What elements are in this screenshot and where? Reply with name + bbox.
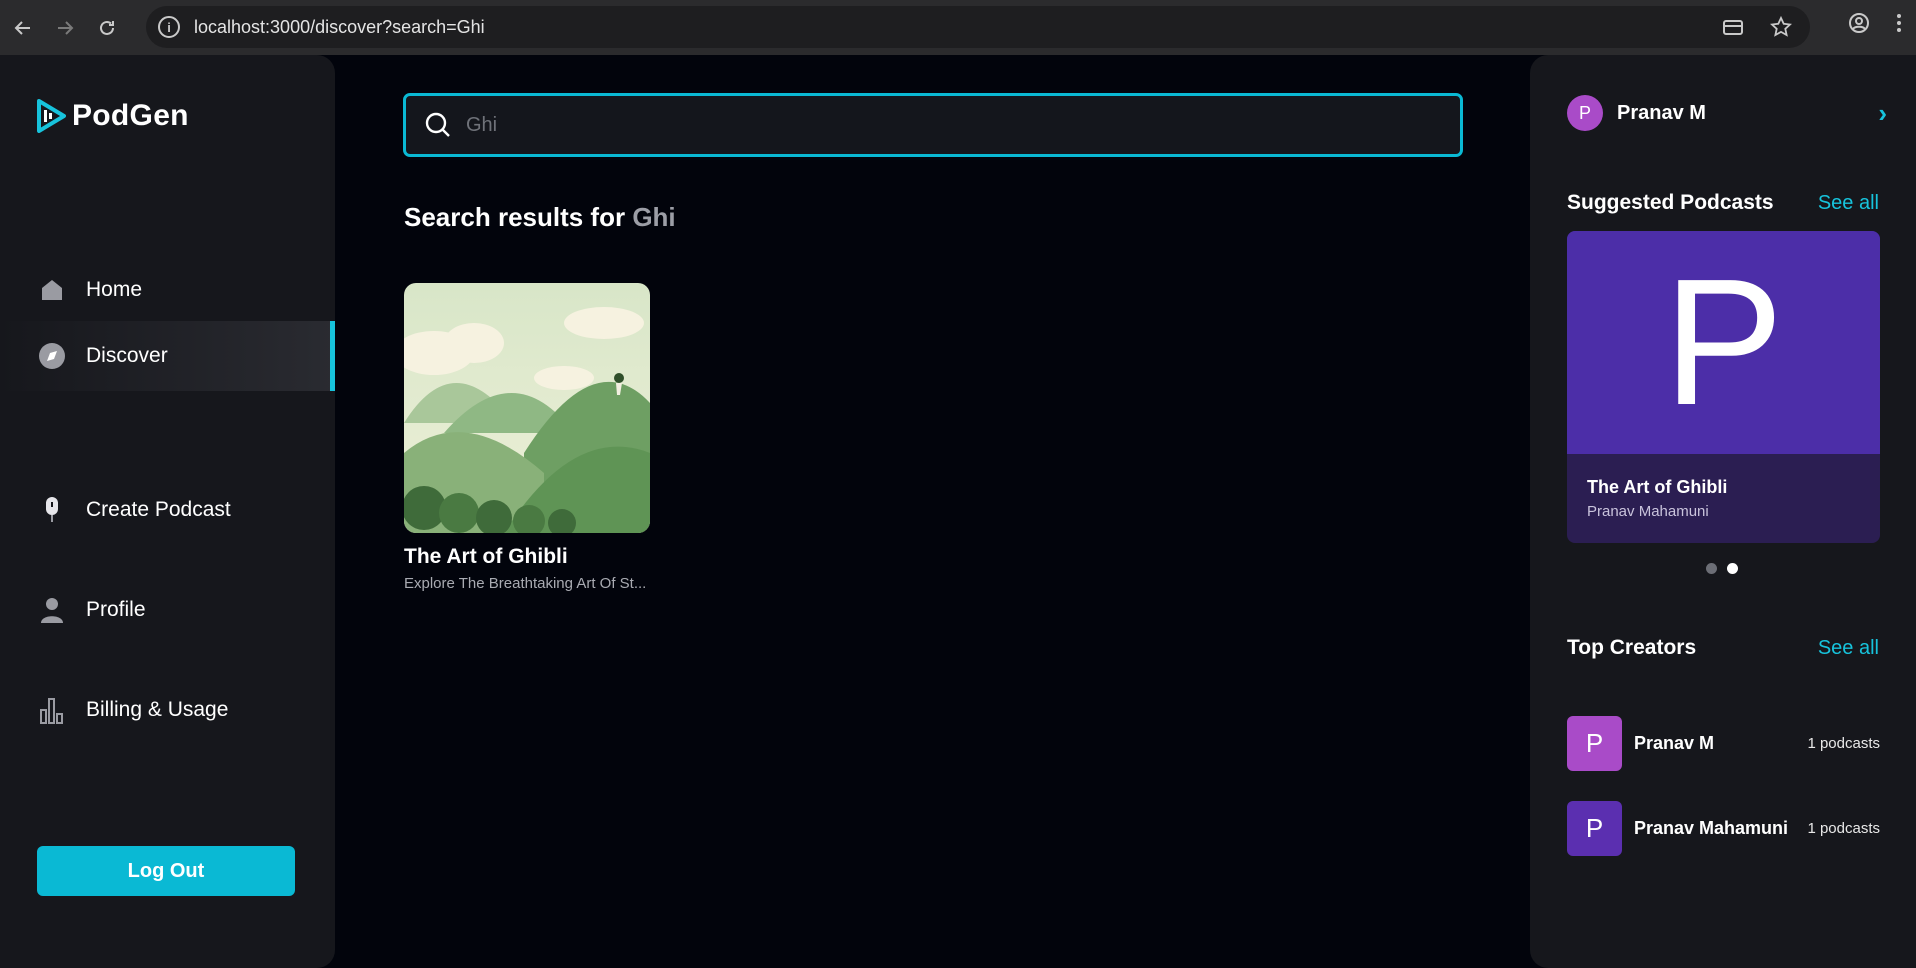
arrow-left-icon xyxy=(14,20,30,35)
sidebar-item-label: Profile xyxy=(86,598,146,621)
search-icon xyxy=(425,112,450,137)
search-input[interactable] xyxy=(466,113,1366,137)
user-name: Pranav M xyxy=(1617,101,1706,124)
sidebar-item-label: Create Podcast xyxy=(86,498,231,521)
sidebar-item-profile[interactable]: Profile xyxy=(0,575,335,645)
user-profile-link[interactable]: P Pranav M › xyxy=(1567,95,1887,131)
search-bar[interactable] xyxy=(403,93,1463,157)
sidebar-item-label: Discover xyxy=(86,344,168,367)
creator-name: Pranav Mahamuni xyxy=(1634,817,1789,838)
app-logo[interactable]: PodGen xyxy=(36,99,189,133)
see-all-link[interactable]: See all xyxy=(1818,637,1879,660)
creator-avatar: P xyxy=(1567,800,1622,856)
creator-row[interactable]: P Pranav M 1 podcasts xyxy=(1567,715,1880,771)
home-icon xyxy=(38,276,66,304)
url-text[interactable]: localhost:3000/discover?search=Ghi xyxy=(194,17,485,38)
suggested-podcast-cover[interactable]: P xyxy=(1567,231,1880,454)
podcast-cover-image[interactable] xyxy=(404,283,650,533)
app-name: PodGen xyxy=(72,99,189,132)
user-icon xyxy=(38,596,66,624)
suggested-podcasts-header: Suggested Podcasts See all xyxy=(1567,191,1879,215)
podcast-title[interactable]: The Art of Ghibli xyxy=(404,545,650,569)
creator-name: Pranav M xyxy=(1634,732,1715,753)
creator-podcast-count: 1 podcasts xyxy=(1807,819,1880,837)
arrow-right-icon xyxy=(58,20,74,35)
menu-kebab-icon[interactable] xyxy=(1896,12,1902,34)
section-title: Suggested Podcasts xyxy=(1567,191,1774,214)
sidebar-item-create-podcast[interactable]: Create Podcast xyxy=(0,475,335,545)
results-term: Ghi xyxy=(632,202,676,232)
avatar: P xyxy=(1567,95,1603,131)
suggested-podcast-title: The Art of Ghibli xyxy=(1587,477,1728,497)
right-sidebar: P Pranav M › Suggested Podcasts See all … xyxy=(1530,55,1916,968)
chevron-right-icon[interactable]: › xyxy=(1878,98,1887,129)
creator-row[interactable]: P Pranav Mahamuni 1 podcasts xyxy=(1567,800,1880,856)
logout-button[interactable]: Log Out xyxy=(37,846,295,896)
carousel-dot[interactable] xyxy=(1706,563,1717,574)
site-info-icon[interactable]: i xyxy=(158,16,180,38)
results-prefix: Search results for xyxy=(404,202,626,232)
podcast-description: Explore The Breathtaking Art Of St... xyxy=(404,575,647,592)
suggested-podcast-card[interactable]: P The Art of Ghibli Pranav Mahamuni xyxy=(1567,231,1880,543)
account-icon[interactable] xyxy=(1848,12,1870,34)
creator-avatar: P xyxy=(1567,715,1622,771)
podcast-card[interactable]: The Art of Ghibli Explore The Breathtaki… xyxy=(404,283,650,592)
forward-button[interactable] xyxy=(46,9,84,47)
search-results-heading: Search results for Ghi xyxy=(404,202,676,233)
compass-icon xyxy=(38,342,66,370)
creator-podcast-count: 1 podcasts xyxy=(1807,734,1880,752)
suggested-podcast-author: Pranav Mahamuni xyxy=(1587,503,1709,520)
browser-toolbar: i localhost:3000/discover?search=Ghi xyxy=(0,0,1916,55)
carousel-dot-active[interactable] xyxy=(1727,563,1738,574)
sidebar-item-home[interactable]: Home xyxy=(0,255,335,325)
section-title: Top Creators xyxy=(1567,636,1697,659)
carousel-dots xyxy=(1706,563,1738,574)
podgen-logo-icon xyxy=(37,99,66,133)
see-all-link[interactable]: See all xyxy=(1818,192,1879,215)
back-button[interactable] xyxy=(4,9,42,47)
microphone-icon xyxy=(38,496,66,524)
left-sidebar: PodGen Home Discover Create Podcast Prof… xyxy=(0,55,335,968)
sidebar-item-label: Billing & Usage xyxy=(86,698,229,721)
sidebar-item-billing[interactable]: Billing & Usage xyxy=(0,675,335,745)
bar-chart-icon xyxy=(38,696,66,724)
card-icon[interactable] xyxy=(1722,18,1744,36)
sidebar-item-label: Home xyxy=(86,278,143,301)
reload-icon xyxy=(100,20,114,35)
top-creators-header: Top Creators See all xyxy=(1567,636,1879,660)
star-icon[interactable] xyxy=(1770,16,1792,38)
address-bar[interactable]: i localhost:3000/discover?search=Ghi xyxy=(146,6,1810,48)
sidebar-item-discover[interactable]: Discover xyxy=(0,321,335,391)
reload-button[interactable] xyxy=(88,9,126,47)
